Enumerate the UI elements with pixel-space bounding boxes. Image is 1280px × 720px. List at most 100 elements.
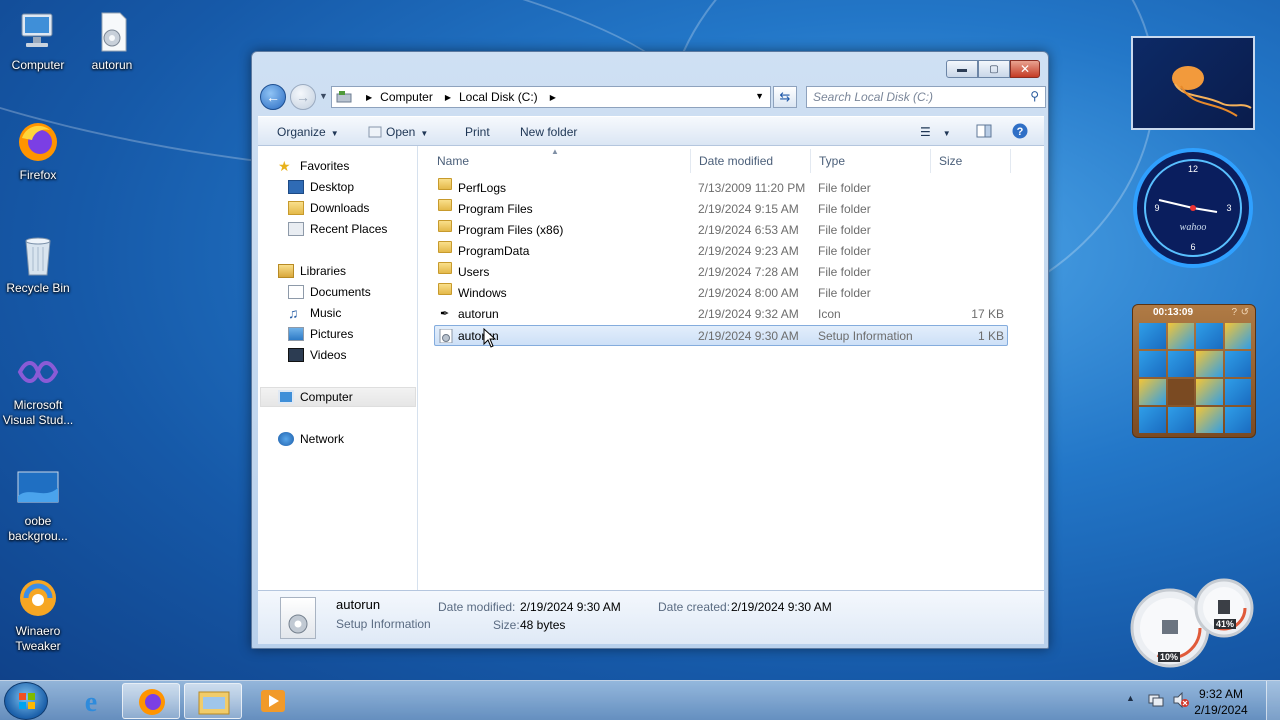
folder-icon: [438, 220, 452, 232]
libraries-icon: [278, 264, 294, 278]
close-button[interactable]: ✕: [1010, 60, 1040, 78]
svg-text:9: 9: [1154, 203, 1159, 213]
forward-button[interactable]: →: [290, 84, 316, 110]
file-row[interactable]: Program Files 2/19/2024 9:15 AM File fol…: [434, 199, 1008, 220]
start-button[interactable]: [4, 682, 48, 720]
show-hidden-icons-icon[interactable]: ▲: [1126, 693, 1135, 703]
nav-recent-places[interactable]: Recent Places: [288, 219, 387, 239]
nav-network[interactable]: Network: [278, 429, 344, 449]
nav-downloads[interactable]: Downloads: [288, 198, 369, 218]
search-icon[interactable]: ⚲: [1030, 89, 1039, 103]
nav-computer[interactable]: Computer: [260, 387, 416, 407]
nav-desktop[interactable]: Desktop: [288, 177, 354, 197]
puzzle-tile[interactable]: [1167, 407, 1194, 433]
desktop-icon-computer[interactable]: Computer: [0, 10, 76, 73]
print-button[interactable]: Print: [465, 125, 490, 139]
help-button[interactable]: ?: [1012, 123, 1028, 142]
puzzle-help-icon[interactable]: ?: [1231, 307, 1237, 318]
navigation-bar: ← → ▼ ▶ Computer ▶ Local Disk (C:) ▶ ▼ ⇆…: [258, 82, 1046, 112]
picture-puzzle-gadget[interactable]: 00:13:09 ? ↺: [1132, 304, 1256, 438]
column-header-type[interactable]: Type: [811, 149, 931, 173]
clock-gadget[interactable]: 12 3 6 9 wahoo: [1131, 146, 1255, 270]
jellyfish-image: [1172, 66, 1252, 117]
desktop-icon-firefox[interactable]: Firefox: [0, 120, 76, 183]
desktop-icon-label: Microsoft Visual Stud...: [2, 398, 74, 427]
breadcrumb-arrow-icon[interactable]: ▶: [445, 93, 451, 102]
puzzle-tile[interactable]: [1167, 351, 1194, 377]
puzzle-tile[interactable]: [1224, 407, 1251, 433]
desktop-icon-oobe-background[interactable]: oobe backgrou...: [0, 466, 76, 544]
open-button[interactable]: Open ▼: [368, 125, 428, 139]
taskbar-firefox[interactable]: [122, 683, 180, 719]
column-header-size[interactable]: Size: [931, 149, 1011, 173]
nav-favorites[interactable]: ★ Favorites: [278, 156, 349, 176]
file-row-selected[interactable]: autorun 2/19/2024 9:30 AM Setup Informat…: [434, 325, 1008, 348]
cpu-meter-gadget[interactable]: 10% 41%: [1128, 576, 1258, 668]
puzzle-reset-icon[interactable]: ↺: [1241, 307, 1249, 318]
puzzle-tile[interactable]: [1139, 323, 1166, 349]
desktop-icon-autorun[interactable]: autorun: [74, 10, 150, 73]
search-input[interactable]: Search Local Disk (C:) ⚲: [806, 86, 1046, 108]
puzzle-tile[interactable]: [1196, 323, 1223, 349]
breadcrumb-arrow-icon[interactable]: ▶: [550, 93, 556, 102]
minimize-button[interactable]: ▬: [946, 60, 978, 78]
organize-button[interactable]: Organize ▼: [277, 125, 339, 139]
desktop-icon-label: Recycle Bin: [6, 281, 70, 295]
puzzle-tile[interactable]: [1139, 379, 1166, 405]
file-row[interactable]: Windows 2/19/2024 8:00 AM File folder: [434, 283, 1008, 304]
breadcrumb-computer[interactable]: Computer: [380, 90, 433, 104]
nav-libraries[interactable]: Libraries: [278, 261, 346, 281]
taskbar-internet-explorer[interactable]: e: [62, 683, 120, 719]
puzzle-tile[interactable]: [1167, 323, 1194, 349]
breadcrumb-arrow-icon[interactable]: ▶: [366, 93, 372, 102]
nav-videos[interactable]: Videos: [288, 345, 346, 365]
details-date-modified: 2/19/2024 9:30 AM: [520, 600, 621, 614]
recent-pages-dropdown-icon[interactable]: ▼: [319, 91, 328, 101]
column-header-date[interactable]: Date modified: [691, 149, 811, 173]
breadcrumb-local-disk[interactable]: Local Disk (C:): [459, 90, 538, 104]
address-dropdown-icon[interactable]: ▼: [755, 91, 764, 101]
desktop-icon-winaero-tweaker[interactable]: Winaero Tweaker: [0, 576, 76, 654]
slideshow-gadget[interactable]: [1131, 36, 1255, 130]
file-row[interactable]: Users 2/19/2024 7:28 AM File folder: [434, 262, 1008, 283]
firefox-icon: [139, 689, 165, 715]
puzzle-tile[interactable]: [1224, 379, 1251, 405]
sort-arrow-icon: ▲: [551, 147, 559, 156]
clock-brand: wahoo: [1180, 222, 1207, 233]
puzzle-tile[interactable]: [1224, 323, 1251, 349]
explorer-window[interactable]: ▬ ▢ ✕ ← → ▼ ▶ Computer ▶ Local Disk (C:)…: [251, 51, 1049, 649]
desktop-icon-visual-studio[interactable]: Microsoft Visual Stud...: [0, 350, 76, 428]
puzzle-tile[interactable]: [1224, 351, 1251, 377]
maximize-button[interactable]: ▢: [978, 60, 1010, 78]
new-folder-button[interactable]: New folder: [520, 125, 577, 139]
column-header-name[interactable]: Name ▲: [429, 147, 691, 173]
change-view-button[interactable]: ☰ ▼: [920, 125, 951, 139]
desktop-icon-label: Computer: [11, 58, 65, 72]
puzzle-tile[interactable]: [1196, 379, 1223, 405]
winaero-tweaker-icon: [16, 576, 60, 620]
nav-pictures[interactable]: Pictures: [288, 324, 353, 344]
puzzle-tile[interactable]: [1196, 351, 1223, 377]
puzzle-tile[interactable]: [1139, 351, 1166, 377]
show-desktop-button[interactable]: [1266, 681, 1280, 720]
taskbar-clock[interactable]: 9:32 AM 2/19/2024: [1186, 686, 1256, 718]
address-bar[interactable]: ▶ Computer ▶ Local Disk (C:) ▶ ▼: [331, 86, 771, 108]
puzzle-tile[interactable]: [1196, 407, 1223, 433]
file-row[interactable]: Program Files (x86) 2/19/2024 6:53 AM Fi…: [434, 220, 1008, 241]
network-tray-icon[interactable]: [1148, 692, 1164, 708]
details-size: 48 bytes: [520, 618, 566, 632]
desktop-icon-recycle-bin[interactable]: Recycle Bin: [0, 233, 76, 296]
file-row[interactable]: ProgramData 2/19/2024 9:23 AM File folde…: [434, 241, 1008, 262]
taskbar-media-player[interactable]: [244, 683, 302, 719]
desktop-icon-label: autorun: [91, 58, 133, 72]
puzzle-tile[interactable]: [1139, 407, 1166, 433]
puzzle-grid: [1139, 323, 1251, 433]
file-row[interactable]: PerfLogs 7/13/2009 11:20 PM File folder: [434, 178, 1008, 199]
taskbar-windows-explorer[interactable]: [184, 683, 242, 719]
nav-documents[interactable]: Documents: [288, 282, 371, 302]
nav-music[interactable]: ♫ Music: [288, 303, 341, 323]
refresh-button[interactable]: ⇆: [773, 86, 797, 108]
back-button[interactable]: ←: [260, 84, 286, 110]
file-row[interactable]: ✒ autorun 2/19/2024 9:32 AM Icon 17 KB: [434, 304, 1008, 325]
preview-pane-button[interactable]: [976, 123, 992, 142]
